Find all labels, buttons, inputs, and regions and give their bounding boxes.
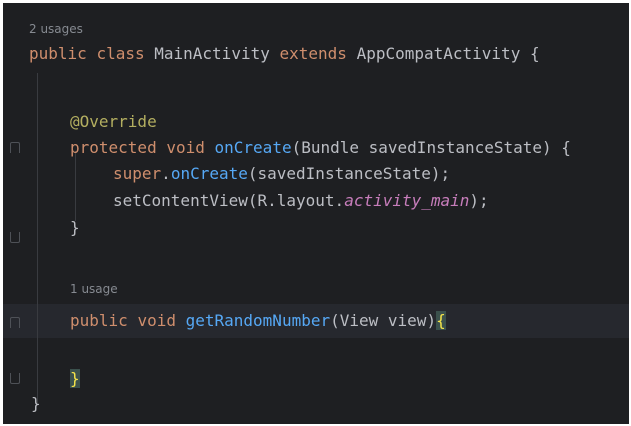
brace: { <box>520 44 540 63</box>
code-line-method-getrandomnumber[interactable]: public void getRandomNumber(View view){ <box>3 310 629 332</box>
annotation: @Override <box>70 112 157 131</box>
usages-hint[interactable]: 1 usage <box>70 282 118 296</box>
code-line-class-declaration[interactable]: public class MainActivity extends AppCom… <box>3 43 629 65</box>
keyword: void <box>166 138 205 157</box>
keyword: protected <box>70 138 157 157</box>
brace: } <box>70 218 80 237</box>
method-params: (View view) <box>330 311 437 330</box>
usages-hint[interactable]: 2 usages <box>29 22 83 36</box>
code-line-close-brace[interactable]: } <box>3 217 629 239</box>
class-name: MainActivity <box>154 44 270 63</box>
dot: . <box>161 164 171 183</box>
method-params: (Bundle savedInstanceState) { <box>291 138 571 157</box>
code-line-method-oncreate[interactable]: protected void onCreate(Bundle savedInst… <box>3 137 629 159</box>
keyword: class <box>96 44 145 63</box>
code-line-annotation[interactable]: @Override <box>3 111 629 133</box>
editor-gutter <box>3 3 27 424</box>
keyword: super <box>113 164 162 183</box>
method-name: getRandomNumber <box>185 311 331 330</box>
keyword: extends <box>279 44 347 63</box>
keyword: public <box>70 311 128 330</box>
parent-class-name: AppCompatActivity <box>356 44 521 63</box>
statement: setContentView(R.layout. <box>113 191 345 210</box>
statement-end: ); <box>469 191 489 210</box>
code-line-set-content-view[interactable]: setContentView(R.layout.activity_main); <box>3 190 629 212</box>
layout-field: activity_main <box>344 191 470 210</box>
brace: } <box>31 394 41 413</box>
keyword: public <box>29 44 87 63</box>
code-editor[interactable]: 2 usages public class MainActivity exten… <box>3 3 629 424</box>
code-line-super-call[interactable]: super.onCreate(savedInstanceState); <box>3 163 629 185</box>
method-call: onCreate <box>170 164 248 183</box>
matched-brace: { <box>436 311 446 330</box>
keyword: void <box>137 311 176 330</box>
matched-brace: } <box>70 369 80 388</box>
code-line-close-brace[interactable]: } <box>3 368 629 390</box>
method-name: onCreate <box>214 138 292 157</box>
call-args: (savedInstanceState); <box>247 164 451 183</box>
code-line-class-close-brace[interactable]: } <box>3 393 629 415</box>
